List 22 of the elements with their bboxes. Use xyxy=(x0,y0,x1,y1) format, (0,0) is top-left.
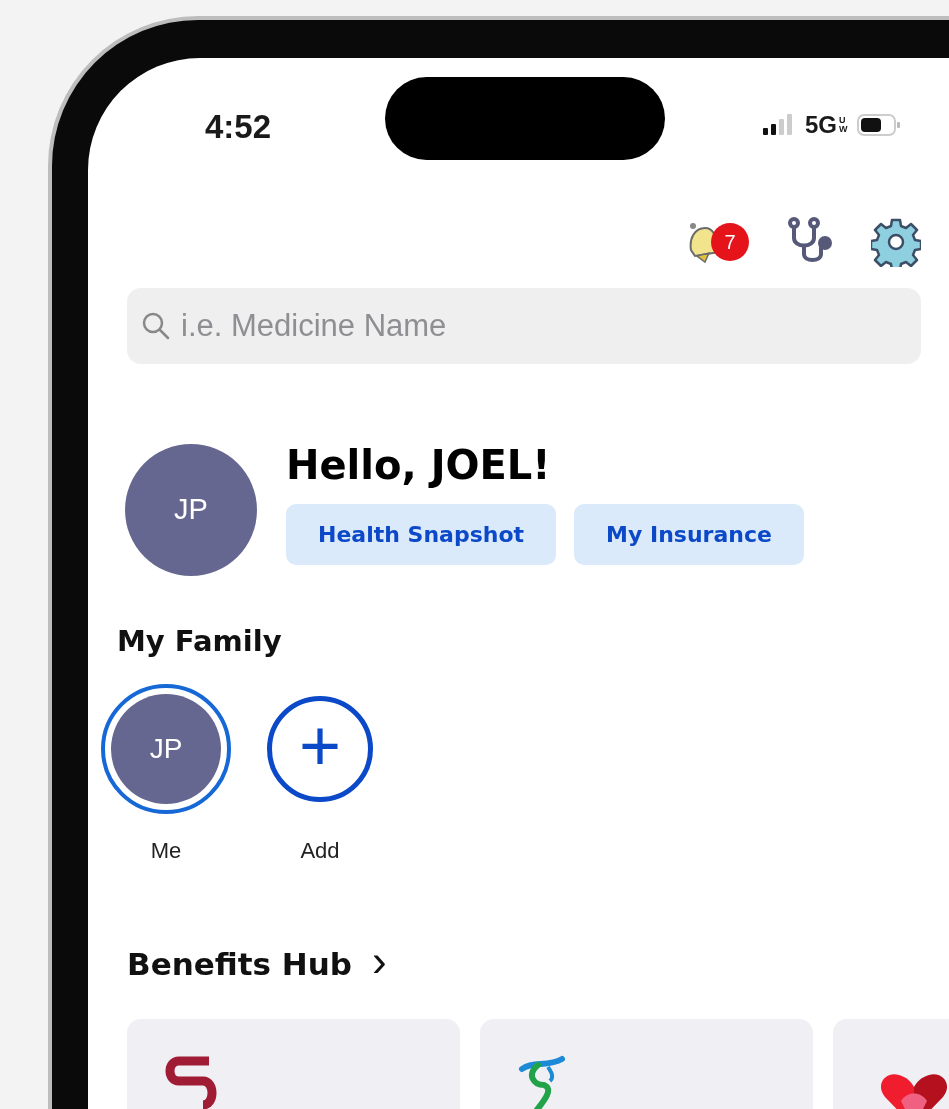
family-member[interactable]: + xyxy=(255,683,385,814)
logo-icon xyxy=(165,1055,217,1109)
add-icon: + xyxy=(267,695,373,802)
notifications-button[interactable]: 7 xyxy=(681,218,751,266)
family-member[interactable]: JP xyxy=(101,683,231,814)
section-heading: Benefits Hub xyxy=(127,944,352,984)
network-label: 5G xyxy=(805,113,837,137)
notification-badge: 7 xyxy=(711,223,749,261)
search-field[interactable]: i.e. Medicine Name xyxy=(127,288,921,364)
member-label: Me xyxy=(150,836,182,865)
quick-action-button[interactable]: Health Snapshot xyxy=(286,503,557,565)
status-time: 4:52 xyxy=(205,110,272,143)
battery-icon xyxy=(857,114,901,136)
quick-action-button[interactable]: My Insurance xyxy=(574,503,804,565)
greeting: Hello, JOEL! xyxy=(286,440,552,490)
member-avatar: JP xyxy=(111,693,221,804)
settings-icon[interactable] xyxy=(871,217,921,267)
chevron-icon[interactable]: › xyxy=(372,938,387,983)
member-label: Add xyxy=(300,836,340,865)
profile-avatar[interactable]: JP xyxy=(125,444,257,576)
section-heading: My Family xyxy=(117,623,283,660)
network-type-text: UW xyxy=(839,116,849,134)
